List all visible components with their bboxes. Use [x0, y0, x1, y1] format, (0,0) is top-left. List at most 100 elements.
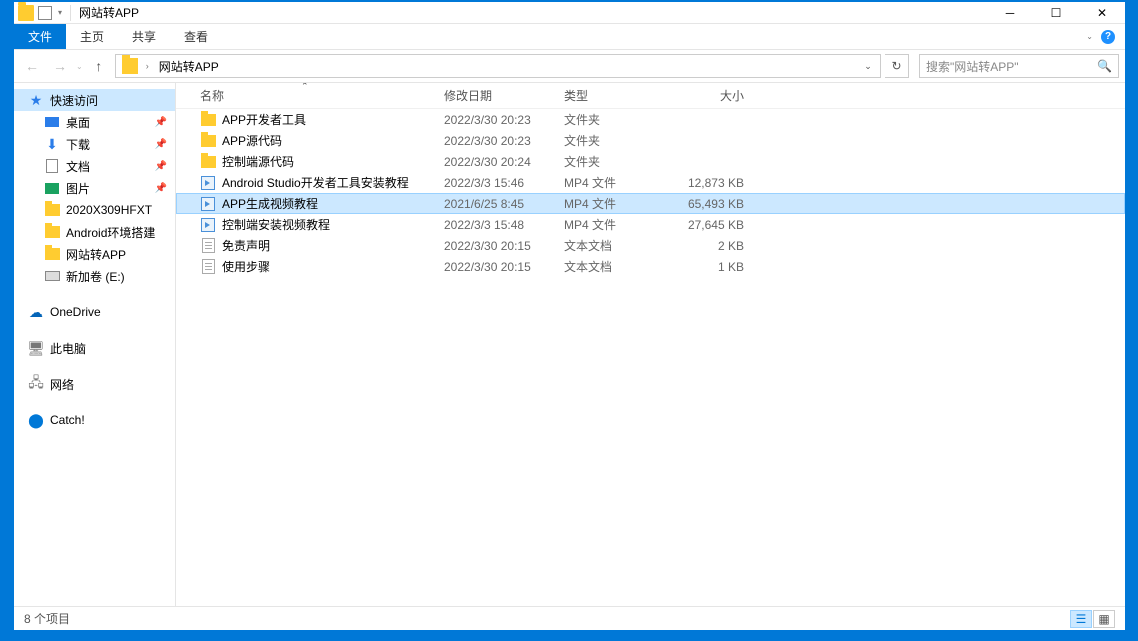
file-name: 使用步骤 [222, 258, 270, 275]
mp4-icon [200, 196, 216, 212]
col-type[interactable]: 类型 [560, 87, 678, 104]
item-count: 8 个项目 [24, 610, 70, 627]
search-placeholder: 搜索"网站转APP" [926, 58, 1019, 75]
file-date: 2022/3/30 20:24 [440, 155, 560, 169]
sidebar-network[interactable]: 🖧网络 [14, 373, 175, 395]
file-name: 控制端源代码 [222, 153, 294, 170]
file-size: 12,873 KB [678, 176, 748, 190]
file-name: APP生成视频教程 [222, 195, 318, 212]
refresh-button[interactable]: ↻ [885, 54, 909, 78]
separator [70, 5, 71, 21]
col-size[interactable]: 大小 [678, 87, 748, 104]
txt-icon [200, 238, 216, 254]
file-type: MP4 文件 [560, 195, 678, 212]
file-date: 2022/3/30 20:15 [440, 239, 560, 253]
breadcrumb[interactable]: › 网站转APP ⌄ [115, 54, 881, 78]
document-icon [44, 158, 60, 174]
folder-icon [200, 154, 216, 170]
sidebar-item-desktop[interactable]: 桌面📌 [14, 111, 175, 133]
pin-icon: 📌 [155, 183, 167, 194]
sidebar-item-pictures[interactable]: 图片📌 [14, 177, 175, 199]
ribbon-expand-icon[interactable]: ⌄ [1086, 32, 1093, 41]
col-date[interactable]: 修改日期 [440, 87, 560, 104]
file-type: 文件夹 [560, 111, 678, 128]
file-row[interactable]: APP源代码 2022/3/30 20:23文件夹 [176, 130, 1125, 151]
address-dropdown-icon[interactable]: ⌄ [858, 61, 878, 72]
file-type: 文件夹 [560, 153, 678, 170]
sidebar-item-drive[interactable]: 新加卷 (E:) [14, 265, 175, 287]
up-button[interactable]: ↑ [87, 54, 111, 78]
qat-dropdown-icon[interactable]: ▾ [58, 8, 62, 17]
history-dropdown-icon[interactable]: ⌄ [76, 62, 83, 71]
sidebar-quick-access[interactable]: ★ 快速访问 [14, 89, 175, 111]
maximize-button[interactable]: ☐ [1033, 2, 1079, 24]
properties-icon[interactable] [38, 6, 52, 20]
view-large-icon[interactable]: ▦ [1093, 610, 1115, 628]
tab-view[interactable]: 查看 [170, 24, 222, 49]
onedrive-icon: ☁ [28, 304, 44, 320]
nav-sidebar: ★ 快速访问 桌面📌 ⬇下载📌 文档📌 图片📌 2020X309HFXT And… [14, 83, 176, 606]
desktop-icon [44, 114, 60, 130]
address-bar: ← → ⌄ ↑ › 网站转APP ⌄ ↻ 搜索"网站转APP" 🔍 [14, 49, 1125, 83]
sidebar-item[interactable]: Android环境搭建 [14, 221, 175, 243]
file-row[interactable]: APP开发者工具2022/3/30 20:23文件夹 [176, 109, 1125, 130]
file-date: 2022/3/30 20:23 [440, 134, 560, 148]
pc-icon: 🖥 [28, 340, 44, 356]
file-name: Android Studio开发者工具安装教程 [222, 174, 409, 191]
sidebar-item[interactable]: 网站转APP [14, 243, 175, 265]
ribbon-right: ⌄ ? [1084, 24, 1125, 49]
file-tab[interactable]: 文件 [14, 24, 66, 49]
tab-home[interactable]: 主页 [66, 24, 118, 49]
chevron-right-icon[interactable]: › [142, 61, 153, 71]
view-details-icon[interactable]: ☰ [1070, 610, 1092, 628]
breadcrumb-segment[interactable]: 网站转APP [153, 55, 225, 77]
tab-share[interactable]: 共享 [118, 24, 170, 49]
ribbon-tabs: 文件 主页 共享 查看 ⌄ ? [14, 24, 1125, 49]
sidebar-item[interactable]: 2020X309HFXT [14, 199, 175, 221]
folder-icon [44, 202, 60, 218]
sidebar-catch[interactable]: ⬤Catch! [14, 409, 175, 431]
folder-icon [200, 112, 216, 128]
folder-icon [44, 246, 60, 262]
pin-icon: 📌 [155, 117, 167, 128]
file-type: 文本文档 [560, 237, 678, 254]
folder-icon [200, 133, 216, 149]
minimize-button[interactable]: ─ [987, 2, 1033, 24]
file-type: MP4 文件 [560, 216, 678, 233]
file-row[interactable]: 免责声明2022/3/30 20:15文本文档2 KB [176, 235, 1125, 256]
close-button[interactable]: ✕ [1079, 2, 1125, 24]
folder-icon [122, 58, 138, 74]
file-row[interactable]: APP生成视频教程2021/6/25 8:45MP4 文件65,493 KB [176, 193, 1125, 214]
col-name[interactable]: 名称 [196, 87, 440, 104]
sidebar-item-downloads[interactable]: ⬇下载📌 [14, 133, 175, 155]
catch-icon: ⬤ [28, 412, 44, 428]
sidebar-item-documents[interactable]: 文档📌 [14, 155, 175, 177]
file-row[interactable]: 使用步骤2022/3/30 20:15文本文档1 KB [176, 256, 1125, 277]
search-input[interactable]: 搜索"网站转APP" 🔍 [919, 54, 1119, 78]
forward-button[interactable]: → [48, 54, 72, 78]
back-button[interactable]: ← [20, 54, 44, 78]
view-switcher: ☰ ▦ [1070, 610, 1115, 628]
sidebar-onedrive[interactable]: ☁OneDrive [14, 301, 175, 323]
help-icon[interactable]: ? [1101, 30, 1115, 44]
file-row[interactable]: 控制端安装视频教程2022/3/3 15:48MP4 文件27,645 KB [176, 214, 1125, 235]
network-icon: 🖧 [28, 376, 44, 392]
file-date: 2022/3/3 15:48 [440, 218, 560, 232]
column-headers: ⌃ 名称 修改日期 类型 大小 [176, 83, 1125, 109]
download-icon: ⬇ [44, 136, 60, 152]
file-name: APP源代码 [222, 132, 282, 149]
mp4-icon [200, 217, 216, 233]
txt-icon [200, 259, 216, 275]
quick-access-toolbar: ▾ [14, 5, 66, 21]
body: ★ 快速访问 桌面📌 ⬇下载📌 文档📌 图片📌 2020X309HFXT And… [14, 83, 1125, 606]
pin-icon: 📌 [155, 161, 167, 172]
file-row[interactable]: Android Studio开发者工具安装教程2022/3/3 15:46MP4… [176, 172, 1125, 193]
file-type: 文件夹 [560, 132, 678, 149]
sidebar-thispc[interactable]: 🖥此电脑 [14, 337, 175, 359]
titlebar[interactable]: ▾ 网站转APP ─ ☐ ✕ [14, 2, 1125, 24]
file-size: 65,493 KB [678, 197, 748, 211]
file-date: 2022/3/30 20:23 [440, 113, 560, 127]
file-date: 2022/3/3 15:46 [440, 176, 560, 190]
file-row[interactable]: 控制端源代码 2022/3/30 20:24文件夹 [176, 151, 1125, 172]
star-icon: ★ [28, 92, 44, 108]
